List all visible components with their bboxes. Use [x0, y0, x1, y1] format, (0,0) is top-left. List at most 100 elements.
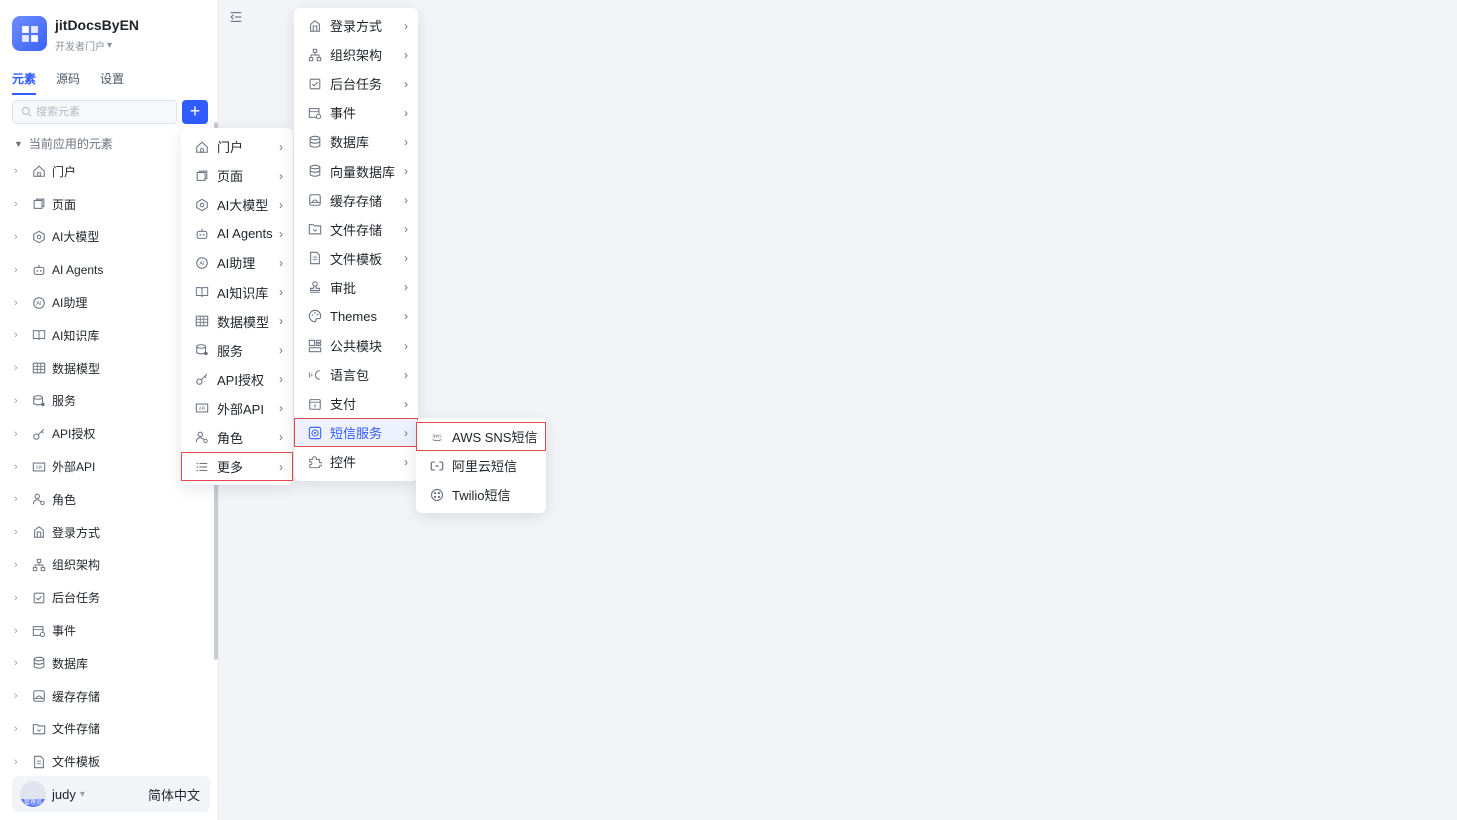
tree-item[interactable]: › 缓存存储 — [0, 680, 212, 713]
menu1-item[interactable]: 服务 › — [181, 336, 293, 365]
tree-item[interactable]: › 事件 — [0, 614, 212, 647]
search-input[interactable] — [36, 106, 166, 118]
palette-icon — [308, 309, 322, 323]
tree-item-label: AI助理 — [52, 296, 88, 311]
tree-item[interactable]: › 登录方式 — [0, 516, 212, 549]
collapse-sidebar-icon[interactable] — [229, 10, 243, 27]
menu2-item[interactable]: 文件存储 › — [294, 215, 418, 244]
menu2-item[interactable]: 控件 › — [294, 447, 418, 476]
tree-item[interactable]: › 数据库 — [0, 647, 212, 680]
ai-assistant-icon: AI — [195, 256, 209, 270]
tree-root[interactable]: ▼ 当前应用的元素 — [14, 135, 113, 152]
add-element-button[interactable]: + — [182, 100, 208, 124]
chevron-right-icon: › — [279, 139, 283, 154]
tree-item[interactable]: › 文件存储 — [0, 713, 212, 746]
menu1-item[interactable]: API授权 › — [181, 365, 293, 394]
menu2-item[interactable]: 语言包 › — [294, 360, 418, 389]
menu-item-label: AI大模型 — [217, 198, 269, 214]
event-icon — [308, 106, 322, 120]
menu-item-label: 文件存储 — [330, 222, 383, 238]
menu2-item[interactable]: 向量数据库 › — [294, 156, 418, 185]
menu1-item[interactable]: AI大模型 › — [181, 190, 293, 219]
page-icon — [195, 169, 209, 183]
chevron-right-icon: › — [14, 263, 18, 276]
menu2-item[interactable]: ¥ 支付 › — [294, 389, 418, 418]
robot-icon — [195, 227, 209, 241]
menu3-item[interactable]: 阿里云短信 — [416, 451, 546, 480]
menu-item-label: 服务 — [217, 343, 244, 359]
user-name[interactable]: judy — [52, 787, 76, 802]
menu1-item[interactable]: 角色 › — [181, 423, 293, 452]
menu1-item[interactable]: AI AI助理 › — [181, 248, 293, 277]
tree-item[interactable]: › 后台任务 — [0, 581, 212, 614]
tree-item[interactable]: › 角色 — [0, 483, 212, 516]
menu2-item[interactable]: 登录方式 › — [294, 11, 418, 40]
sms-service-submenu: aws AWS SNS短信阿里云短信 Twilio短信 — [416, 418, 546, 514]
menu-item-label: Themes — [330, 308, 377, 324]
chevron-right-icon: › — [14, 427, 18, 440]
menu3-item[interactable]: Twilio短信 — [416, 480, 546, 509]
menu2-item[interactable]: 数据库 › — [294, 127, 418, 156]
tree-item-label: AI大模型 — [52, 230, 100, 245]
menu-item-label: 短信服务 — [330, 426, 383, 442]
chevron-right-icon: › — [14, 394, 18, 407]
robot-icon — [32, 263, 46, 277]
api-icon: API — [195, 401, 209, 415]
menu1-item[interactable]: API 外部API › — [181, 394, 293, 423]
menu2-item[interactable]: 缓存存储 › — [294, 186, 418, 215]
table-icon — [195, 314, 209, 328]
tab-source[interactable]: 源码 — [56, 70, 80, 95]
language-switch[interactable]: 简体中文 — [148, 785, 200, 804]
chevron-right-icon: › — [404, 454, 408, 469]
tree-item[interactable]: › 文件模板 — [0, 745, 212, 778]
menu2-item[interactable]: 后台任务 › — [294, 69, 418, 98]
tab-settings[interactable]: 设置 — [100, 70, 124, 95]
menu-item-label: 缓存存储 — [330, 193, 383, 209]
task-icon — [32, 591, 46, 605]
chevron-right-icon: › — [14, 657, 18, 670]
menu2-item[interactable]: 组织架构 › — [294, 40, 418, 69]
menu1-item[interactable]: AI Agents › — [181, 219, 293, 248]
menu1-item[interactable]: 更多 › — [181, 452, 293, 482]
chevron-right-icon: › — [404, 425, 408, 440]
chevron-right-icon: › — [404, 338, 408, 353]
menu1-item[interactable]: 数据模型 › — [181, 307, 293, 336]
menu2-item[interactable]: 文件模板 › — [294, 244, 418, 273]
menu-item-label: 数据库 — [330, 135, 370, 151]
menu2-item[interactable]: 审批 › — [294, 273, 418, 302]
app-header[interactable]: jitDocsByEN 开发者门户 ▾ — [12, 16, 139, 53]
menu-item-label: 控件 — [330, 455, 357, 471]
service-icon — [195, 343, 209, 357]
menu2-item[interactable]: 公共模块 › — [294, 331, 418, 360]
chevron-right-icon: › — [404, 193, 408, 208]
menu1-item[interactable]: 页面 › — [181, 161, 293, 190]
sms-icon — [308, 426, 322, 440]
menu-item-label: 阿里云短信 — [452, 459, 518, 475]
menu-item-label: 外部API — [217, 401, 264, 417]
role-tag: 管理员 — [20, 799, 46, 807]
menu2-item[interactable]: Themes › — [294, 302, 418, 331]
tree-item[interactable]: › 组织架构 — [0, 549, 212, 582]
chevron-right-icon: › — [404, 76, 408, 91]
api-icon: API — [32, 460, 46, 474]
menu2-item[interactable]: 事件 › — [294, 98, 418, 127]
menu3-item[interactable]: aws AWS SNS短信 — [416, 422, 546, 452]
menu2-item[interactable]: 短信服务 › — [294, 418, 418, 448]
menu-item-label: 公共模块 — [330, 339, 383, 355]
menu1-item[interactable]: 门户 › — [181, 132, 293, 161]
chevron-right-icon: › — [404, 47, 408, 62]
avatar[interactable]: 管理员 — [20, 781, 46, 807]
module-icon — [308, 339, 322, 353]
menu1-item[interactable]: AI知识库 › — [181, 277, 293, 306]
aliyun-icon — [430, 459, 444, 473]
chevron-right-icon: › — [404, 105, 408, 120]
app-name: jitDocsByEN — [55, 17, 140, 33]
menu-item-label: 门户 — [217, 140, 244, 156]
svg-text:API: API — [36, 464, 42, 469]
app-subtitle[interactable]: 开发者门户 ▾ — [55, 38, 139, 53]
tab-elements[interactable]: 元素 — [12, 70, 37, 95]
menu-item-label: 事件 — [330, 106, 357, 122]
menu-item-label: 数据模型 — [217, 314, 270, 330]
add-element-menu: 门户 › 页面 › AI大模型 › AI Agents › AI AI助理 › AI知识库 › 数据模型 ›… — [181, 128, 293, 486]
svg-text:¥: ¥ — [313, 404, 316, 410]
